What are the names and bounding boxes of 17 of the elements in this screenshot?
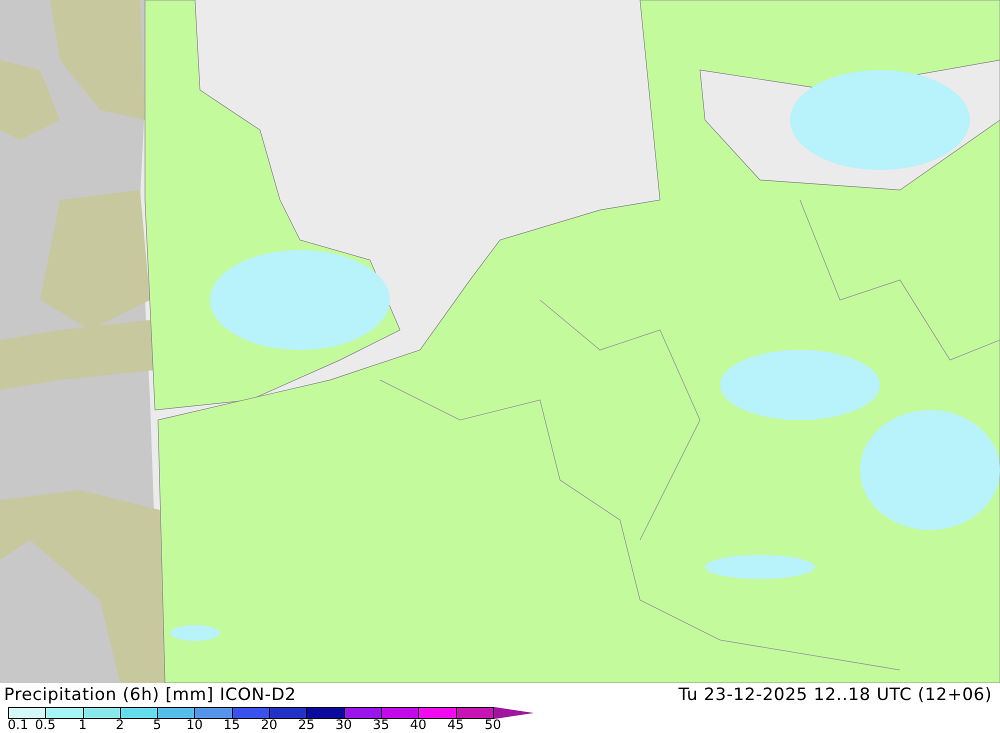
- scale-tick-label: 20: [260, 719, 278, 732]
- scale-tick-label: 1: [78, 719, 87, 732]
- scale-tick-label: 0.5: [34, 719, 56, 732]
- scale-tick-label: 5: [153, 719, 162, 732]
- scale-tick-label: 0.1: [8, 719, 28, 732]
- scale-tick-label: 2: [116, 719, 124, 732]
- scale-tick-label: 45: [447, 719, 464, 732]
- scale-tick-label: 35: [372, 719, 390, 732]
- chart-title: Precipitation (6h) [mm] ICON-D2: [4, 685, 296, 705]
- scale-tick-label: 40: [410, 719, 427, 732]
- scale-tick-label: 15: [224, 719, 240, 732]
- scale-tick-label: 25: [298, 719, 315, 732]
- scale-arrow-icon: [494, 707, 534, 719]
- scale-tick-label: 50: [484, 719, 502, 732]
- scale-tick-label: 30: [335, 719, 352, 732]
- scale-tick-label: 10: [186, 719, 203, 732]
- valid-time: Tu 23-12-2025 12..18 UTC (12+06): [678, 685, 992, 705]
